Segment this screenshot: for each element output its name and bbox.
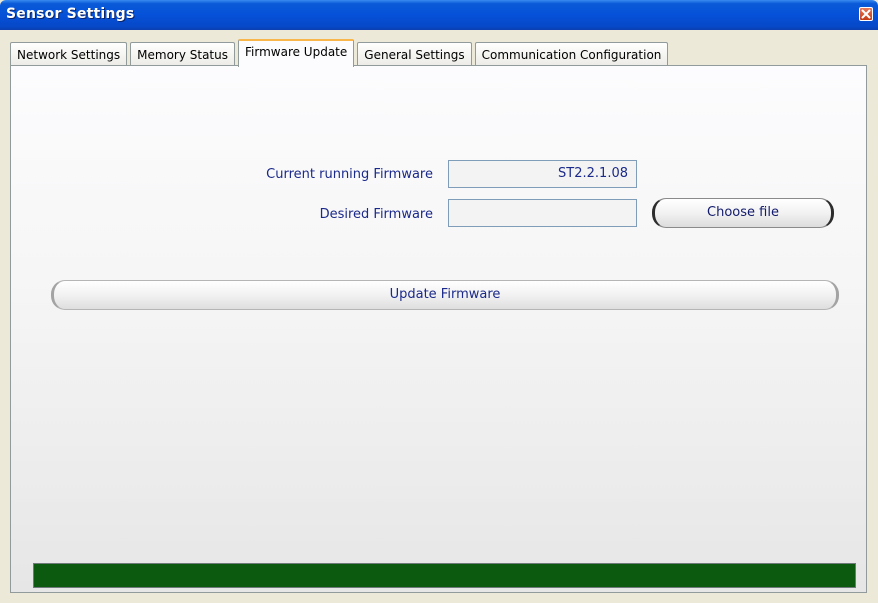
progress-bar [33, 563, 856, 588]
tab-memory-status[interactable]: Memory Status [130, 42, 235, 66]
title-bar[interactable]: Sensor Settings [0, 0, 878, 30]
firmware-update-panel: Current running Firmware ST2.2.1.08 Desi… [10, 65, 867, 593]
progress-fill [34, 564, 855, 587]
close-button[interactable] [859, 7, 873, 21]
desired-firmware-field[interactable] [448, 199, 637, 227]
tab-network-settings[interactable]: Network Settings [10, 42, 128, 66]
sensor-settings-window: Sensor Settings Network Settings Memory … [0, 0, 878, 603]
tab-general-settings[interactable]: General Settings [357, 42, 472, 66]
desired-firmware-label: Desired Firmware [319, 207, 433, 222]
close-icon [861, 9, 871, 19]
window-title: Sensor Settings [6, 6, 135, 22]
choose-file-button[interactable]: Choose file [652, 198, 834, 228]
update-firmware-button[interactable]: Update Firmware [51, 280, 839, 310]
current-firmware-label: Current running Firmware [266, 167, 433, 182]
tab-strip: Network Settings Memory Status Firmware … [10, 38, 671, 67]
current-firmware-field: ST2.2.1.08 [448, 160, 637, 188]
tab-communication-configuration[interactable]: Communication Configuration [474, 42, 669, 66]
tab-firmware-update[interactable]: Firmware Update [238, 39, 355, 67]
